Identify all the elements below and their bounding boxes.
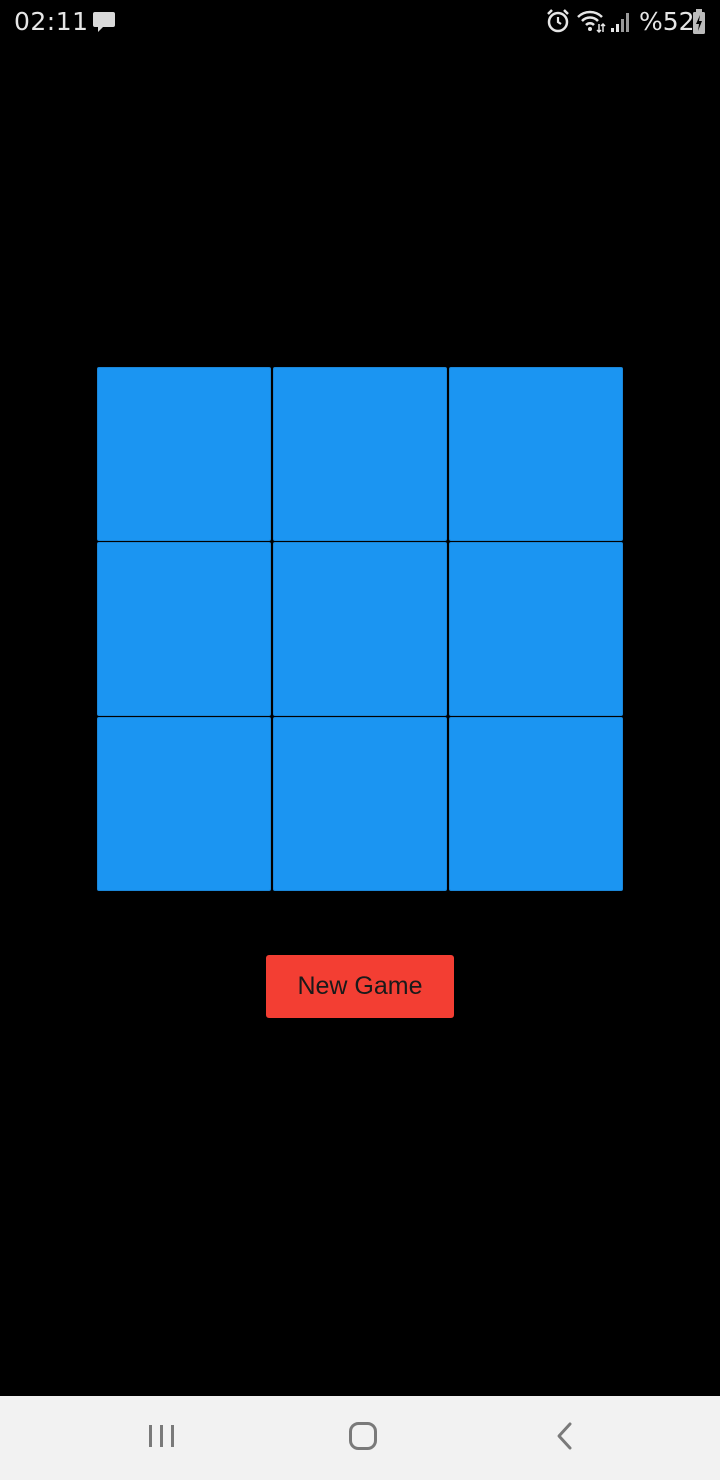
recents-button[interactable]: [138, 1416, 186, 1460]
new-game-button[interactable]: New Game: [266, 955, 454, 1018]
home-icon: [348, 1421, 378, 1456]
home-button[interactable]: [339, 1416, 387, 1460]
board-cell-7[interactable]: [97, 717, 271, 891]
board-cell-8[interactable]: [273, 717, 447, 891]
signal-icon: [610, 9, 632, 38]
alarm-icon: [545, 8, 571, 39]
battery-icon: [692, 9, 706, 40]
message-icon: [92, 11, 116, 38]
board-cell-3[interactable]: [449, 367, 623, 541]
board-cell-5[interactable]: [273, 542, 447, 716]
battery-percentage: %52: [639, 7, 695, 36]
game-board: [97, 367, 623, 892]
status-bar: 02:11 %52: [0, 0, 720, 44]
board-cell-1[interactable]: [97, 367, 271, 541]
back-icon: [553, 1421, 577, 1456]
wifi-icon: [576, 8, 606, 39]
back-button[interactable]: [541, 1416, 589, 1460]
board-cell-2[interactable]: [273, 367, 447, 541]
recents-icon: [147, 1423, 177, 1454]
status-time: 02:11: [14, 7, 89, 36]
board-cell-6[interactable]: [449, 542, 623, 716]
navigation-bar: [0, 1396, 720, 1480]
board-cell-9[interactable]: [449, 717, 623, 891]
board-cell-4[interactable]: [97, 542, 271, 716]
